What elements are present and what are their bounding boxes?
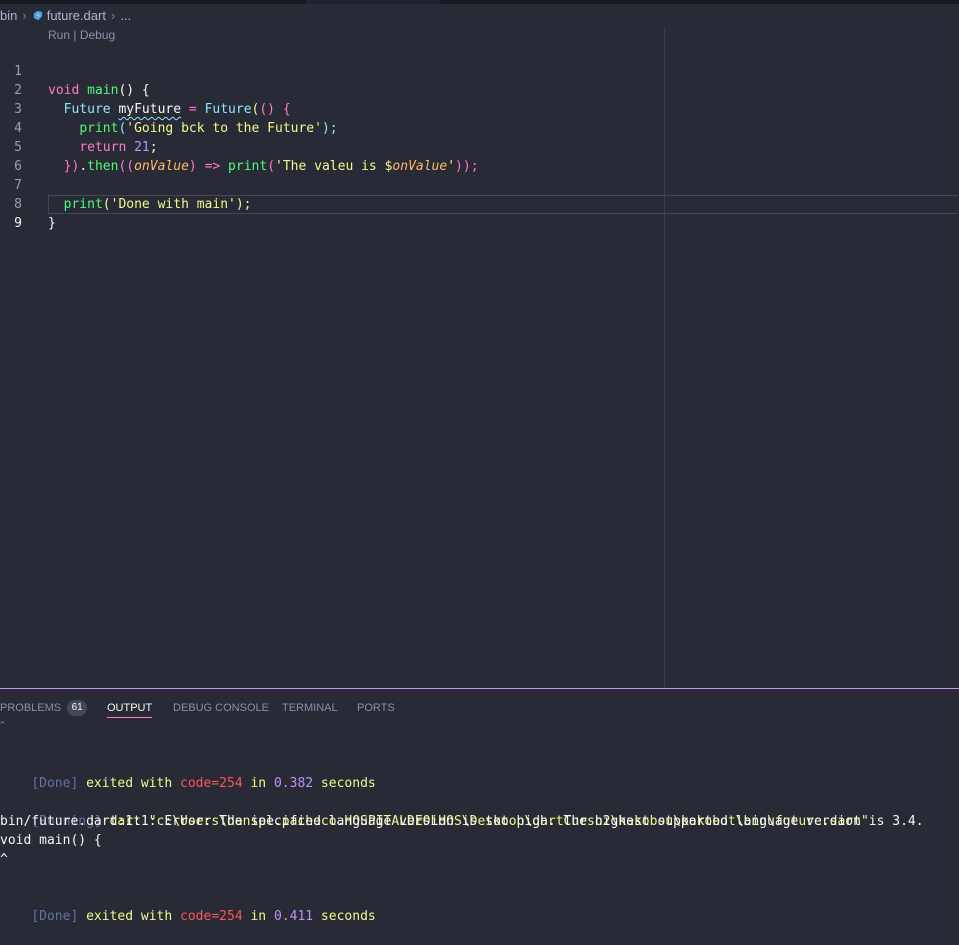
panel-tabs: PROBLEMS 61 OUTPUT DEBUG CONSOLE TERMINAL… [0,689,959,724]
problems-count-badge: 61 [67,700,88,716]
breadcrumb: bin › future.dart ›... [0,6,131,26]
debug-codelens[interactable]: Debug [80,28,115,42]
output-line: bin/future.dart:1:1: Error: The specifie… [0,814,924,829]
output-line: [Running] dart "c:\Users\daniel.pacheco.… [31,814,869,829]
code-line: 1 void main() { [0,43,959,98]
code-line: 3 print('Going bck to the Future'); [0,81,959,136]
output-line: ^ [0,852,8,867]
tab-ports[interactable]: PORTS [357,689,395,724]
editor-tab-strip [0,0,959,4]
code-line: 6 [0,138,959,174]
codelens: Run | Debug [48,27,115,44]
code-line: 8 } [0,176,959,231]
code-line: 5 }).then((onValue) => print('The valeu … [0,119,959,174]
output-panel[interactable]: ^ [Done] exited with code=254 in 0.382 s… [0,720,959,940]
code-line: 9 [0,195,959,231]
breadcrumb-more[interactable]: ... [120,8,131,23]
line-number: 9 [14,216,22,231]
tab-strip-segment [440,0,959,4]
output-truncated-line: ^ [0,720,5,729]
codelens-separator: | [70,28,80,42]
dart-icon [33,10,42,21]
code-editor[interactable]: Run | Debug 1 void main() { 2 Future myF… [0,27,959,688]
breadcrumb-folder[interactable]: bin [0,8,17,23]
code-line: 7 print('Done with main'); [0,157,959,212]
output-line: [Done] exited with code=254 in 0.411 sec… [31,909,376,924]
breadcrumb-file[interactable]: future.dart [47,8,106,23]
tab-strip-segment [0,0,306,4]
run-codelens[interactable]: Run [48,28,70,42]
code-line: 2 Future myFuture = Future(() { [0,62,959,117]
tab-output[interactable]: OUTPUT [107,689,153,724]
output-line: [Done] exited with code=254 in 0.382 sec… [31,776,376,791]
tab-debug-console[interactable]: DEBUG CONSOLE [173,689,269,724]
chevron-right-icon: › [22,8,27,23]
chevron-right-icon: › [110,8,116,23]
code-line: 4 return 21; [0,100,959,155]
output-line: void main() { [0,833,102,848]
tab-problems[interactable]: PROBLEMS 61 [0,689,88,724]
code-text: } [48,216,56,231]
tab-terminal[interactable]: TERMINAL [282,689,338,724]
